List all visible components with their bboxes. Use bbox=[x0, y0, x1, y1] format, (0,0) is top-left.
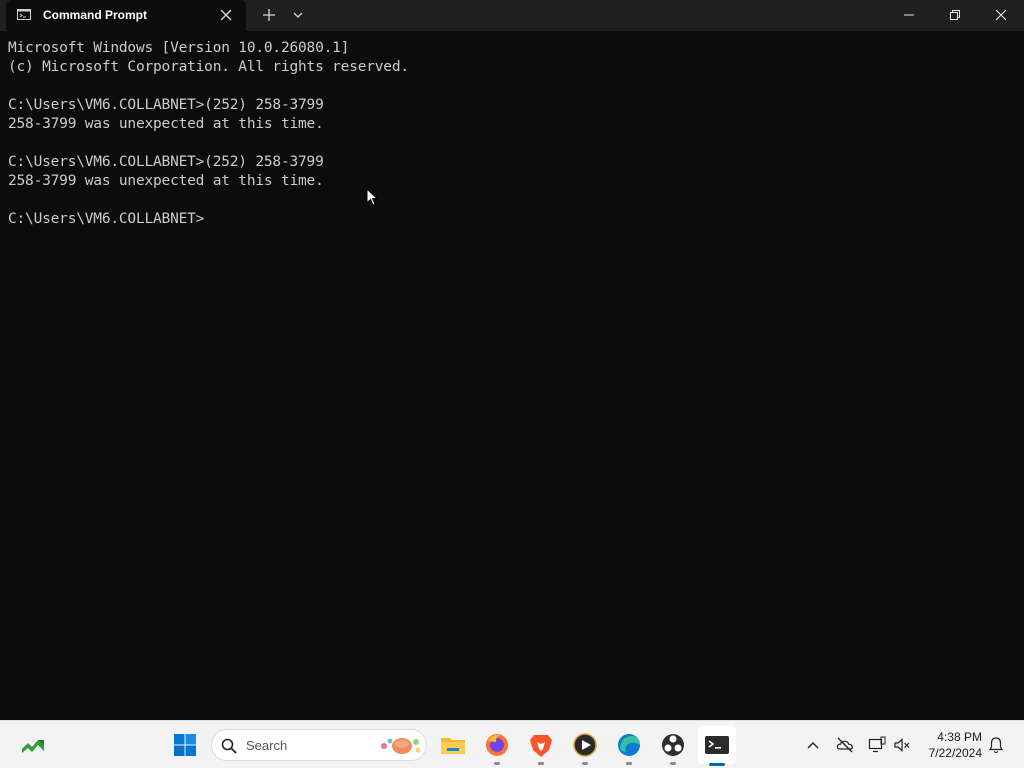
file-explorer-icon[interactable] bbox=[438, 730, 468, 760]
restore-icon bbox=[950, 10, 960, 20]
system-clock[interactable]: 4:38 PM 7/22/2024 bbox=[918, 729, 982, 761]
brave-icon[interactable] bbox=[526, 730, 556, 760]
running-indicator bbox=[670, 762, 676, 765]
terminal-line: Microsoft Windows [Version 10.0.26080.1] bbox=[8, 40, 350, 56]
chevron-down-icon[interactable] bbox=[292, 10, 304, 20]
terminal-prompt-line: C:\Users\VM6.COLLABNET> bbox=[8, 211, 205, 227]
terminal-line: 258-3799 was unexpected at this time. bbox=[8, 116, 324, 132]
terminal-line: 258-3799 was unexpected at this time. bbox=[8, 173, 324, 189]
cmd-icon bbox=[17, 9, 31, 20]
search-box[interactable]: Search bbox=[211, 729, 427, 761]
terminal-line: (c) Microsoft Corporation. All rights re… bbox=[8, 59, 409, 75]
restore-button[interactable] bbox=[932, 0, 978, 31]
terminal-output[interactable]: Microsoft Windows [Version 10.0.26080.1]… bbox=[0, 31, 1024, 720]
taskbar: Search 4:38 PM 7/22/2024 bbox=[0, 720, 1024, 768]
media-player-icon[interactable] bbox=[570, 730, 600, 760]
start-icon[interactable] bbox=[170, 730, 200, 760]
running-indicator bbox=[538, 762, 544, 765]
terminal-line: C:\Users\VM6.COLLABNET>(252) 258-3799 bbox=[8, 154, 324, 170]
running-indicator bbox=[626, 762, 632, 765]
search-label: Search bbox=[246, 738, 288, 753]
volume-muted-icon[interactable] bbox=[893, 736, 911, 754]
minimize-icon bbox=[904, 14, 914, 16]
close-window-button[interactable] bbox=[978, 0, 1024, 31]
obs-icon[interactable] bbox=[658, 730, 688, 760]
network-icon[interactable] bbox=[868, 736, 886, 754]
tab-command-prompt[interactable]: Command Prompt bbox=[6, 0, 246, 31]
chevron-up-icon[interactable] bbox=[806, 739, 820, 751]
minimize-button[interactable] bbox=[886, 0, 932, 31]
firefox-icon[interactable] bbox=[482, 730, 512, 760]
running-indicator bbox=[582, 762, 588, 765]
terminal-icon[interactable] bbox=[702, 730, 732, 760]
title-bar: Command Prompt bbox=[0, 0, 1024, 31]
search-highlight-icon bbox=[381, 738, 421, 754]
onedrive-offline-icon[interactable] bbox=[836, 736, 854, 754]
mouse-pointer-icon bbox=[366, 188, 378, 206]
notifications-icon[interactable] bbox=[987, 736, 1005, 754]
clock-time: 4:38 PM bbox=[937, 730, 982, 744]
running-indicator bbox=[494, 762, 500, 765]
terminal-line: C:\Users\VM6.COLLABNET>(252) 258-3799 bbox=[8, 97, 324, 113]
clock-date: 7/22/2024 bbox=[928, 746, 982, 760]
active-indicator bbox=[709, 763, 725, 766]
close-icon bbox=[995, 9, 1007, 21]
tab-title: Command Prompt bbox=[43, 8, 148, 22]
edge-icon[interactable] bbox=[614, 730, 644, 760]
close-tab-icon[interactable] bbox=[219, 8, 233, 22]
new-tab-icon[interactable] bbox=[262, 8, 276, 22]
search-icon bbox=[221, 738, 237, 754]
widgets-icon[interactable] bbox=[18, 730, 48, 760]
